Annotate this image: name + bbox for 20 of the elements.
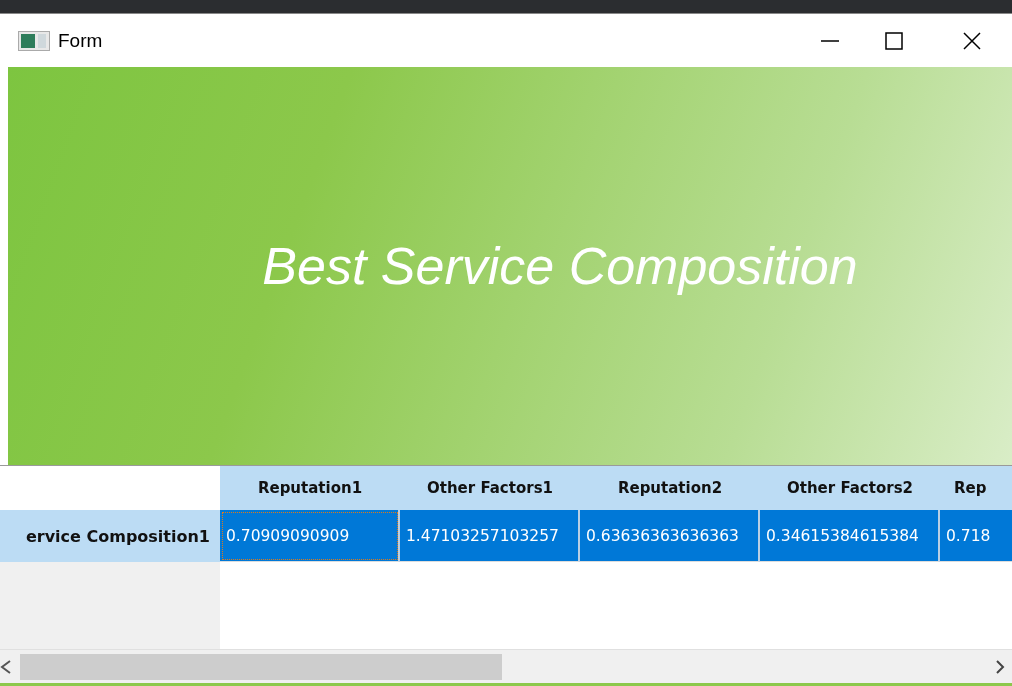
column-header: Rep <box>940 466 1012 510</box>
row-header: ervice Composition1 <box>0 510 220 562</box>
table-cell[interactable]: 0.34615384615384 <box>760 510 940 562</box>
window-title: Form <box>58 29 103 52</box>
table-cell[interactable]: 0.63636363636363 <box>580 510 760 562</box>
scroll-right-icon[interactable] <box>994 659 1006 674</box>
scrollbar-thumb[interactable] <box>20 653 502 680</box>
banner-title: Best Service Composition <box>262 236 858 296</box>
column-header: Other Factors1 <box>400 466 580 510</box>
minimize-icon <box>821 39 839 42</box>
horizontal-scrollbar[interactable] <box>0 649 1012 683</box>
column-header: Other Factors2 <box>760 466 940 510</box>
column-header: Reputation2 <box>580 466 760 510</box>
app-icon <box>18 30 50 51</box>
close-icon <box>961 29 983 52</box>
table-cell[interactable]: 1.47103257103257 <box>400 510 580 562</box>
table-cell[interactable]: 0.718 <box>940 510 1012 562</box>
column-header: Reputation1 <box>220 466 400 510</box>
maximize-icon <box>883 29 905 52</box>
table-cell[interactable]: 0.70909090909 <box>220 510 400 562</box>
